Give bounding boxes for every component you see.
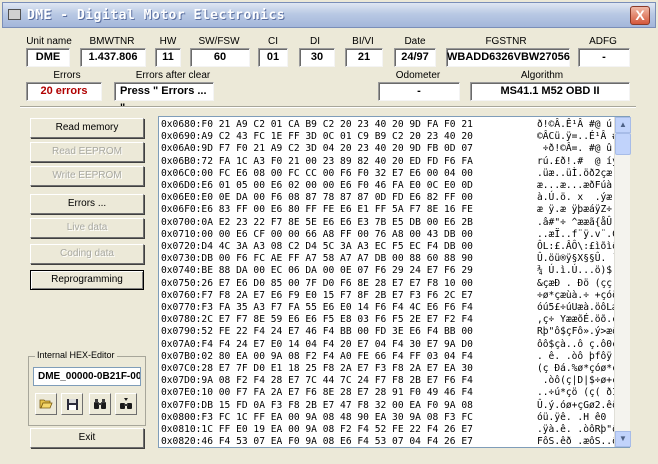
hex-row[interactable]: 0x0810:1C FF E0 19 EA 00 9A 08 F2 F4 52 …	[161, 423, 473, 436]
errors-value: 20 errors	[26, 82, 102, 101]
binoculars-next-icon	[120, 398, 132, 409]
fgstnr-label: FGSTNR	[485, 36, 527, 47]
hex-row[interactable]: 0x0720:D4 4C 3A A3 08 C2 D4 5C 3A A3 EC …	[161, 240, 473, 253]
hex-row[interactable]: 0x06D0:E6 01 05 00 E6 02 00 00 E6 F0 46 …	[161, 179, 473, 192]
hex-row[interactable]: 0x07F0:DB 15 FD 0A F3 F8 2B E7 47 F8 32 …	[161, 399, 473, 412]
hex-row[interactable]: 0x0770:F3 FA 35 A3 F7 FA 55 E6 E0 14 F6 …	[161, 301, 473, 314]
hex-filename-field[interactable]: DME_00000-0B21F-00	[33, 367, 141, 386]
coding-data-button[interactable]: Coding data	[30, 244, 144, 264]
algorithm-label: Algorithm	[520, 70, 564, 81]
hex-row[interactable]: 0x0710:00 00 E6 CF 00 00 66 A8 FF 00 76 …	[161, 228, 473, 241]
hex-row[interactable]: 0x0740:BE 88 DA 00 EC 06 DA 00 0E 07 F6 …	[161, 264, 473, 277]
hw-value: 11	[155, 48, 181, 67]
odometer-value: -	[378, 82, 460, 101]
hex-row[interactable]: 0x07D0:9A 08 F2 F4 28 E7 7C 44 7C 24 F7 …	[161, 374, 473, 387]
hex-row[interactable]: 0x0730:DB 00 F6 FC AE FF A7 58 A7 A7 DB …	[161, 252, 473, 265]
hex-row[interactable]: 0x07A0:F4 F4 24 E7 E0 14 04 F4 20 E7 04 …	[161, 338, 473, 351]
unit-name-value: DME	[26, 48, 70, 67]
read-memory-button[interactable]: Read memory	[30, 118, 144, 138]
header-divider	[20, 106, 636, 108]
hex-editor-label: Internal HEX-Editor	[35, 350, 117, 360]
bi-vi-label: BI/VI	[352, 36, 374, 47]
hex-row[interactable]: 0x07C0:28 E7 7F D0 E1 18 25 F8 2A E7 F3 …	[161, 362, 473, 375]
fgstnr-value: WBADD6326VBW27056	[446, 48, 570, 67]
folder-open-icon	[39, 399, 53, 409]
hex-row[interactable]: 0x0690:A9 C2 43 FC 1E FF 3D 0C 01 C9 B9 …	[161, 130, 473, 143]
hex-row[interactable]: 0x06A0:9D F7 F0 21 A9 C2 3D 04 20 23 40 …	[161, 142, 473, 155]
unit-name-label: Unit name	[26, 36, 72, 47]
hex-row[interactable]: 0x07E0:10 00 F7 FA 2A E7 F6 8E 28 E7 28 …	[161, 386, 473, 399]
reprogramming-button[interactable]: Reprogramming	[30, 270, 144, 290]
hex-editor-view[interactable]: 0x0680:F0 21 A9 C2 01 CA B9 C2 20 23 40 …	[158, 116, 630, 448]
scroll-up-arrow-icon[interactable]: ▲	[615, 117, 631, 133]
hex-row[interactable]: 0x0820:46 F4 53 07 EA F0 9A 08 E6 F4 53 …	[161, 435, 473, 447]
write-eeprom-button[interactable]: Write EEPROM	[30, 166, 144, 186]
errors-after-clear-value: Press " Errors ... "	[114, 82, 214, 114]
hex-row[interactable]: 0x0760:F7 F8 2A E7 E6 F9 E0 15 F7 8F 2B …	[161, 289, 473, 302]
errors-button[interactable]: Errors ...	[30, 194, 144, 214]
date-label: Date	[404, 36, 426, 47]
di-label: DI	[310, 36, 320, 47]
ci-value: 01	[258, 48, 288, 67]
bi-vi-value: 21	[345, 48, 383, 67]
hex-row[interactable]: 0x06E0:E0 0E DA 00 F6 08 87 78 87 87 0D …	[161, 191, 473, 204]
hex-row[interactable]: 0x06C0:00 FC E6 08 00 FC CC 00 F6 F0 32 …	[161, 167, 473, 180]
save-file-button[interactable]	[61, 393, 83, 415]
window-title: DME - Digital Motor Electronics	[27, 8, 286, 23]
hex-row-ascii[interactable]: ÷ð!©Â=. #@ û..	[537, 142, 624, 155]
date-value: 24/97	[394, 48, 436, 67]
adfg-value: -	[578, 48, 630, 67]
hex-row[interactable]: 0x06B0:72 FA 1C A3 F0 21 00 23 89 82 40 …	[161, 155, 473, 168]
hex-row[interactable]: 0x0800:F3 FC 1C FF EA 00 9A 08 48 90 EA …	[161, 411, 473, 424]
adfg-label: ADFG	[589, 36, 617, 47]
hex-row[interactable]: 0x0680:F0 21 A9 C2 01 CA B9 C2 20 23 40 …	[161, 118, 473, 131]
dme-window: DME - Digital Motor Electronics X Unit n…	[0, 0, 658, 464]
hw-label: HW	[159, 36, 177, 47]
exit-button[interactable]: Exit	[30, 428, 144, 448]
open-file-button[interactable]	[35, 393, 57, 415]
title-bar[interactable]: DME - Digital Motor Electronics X	[2, 2, 656, 28]
hex-row[interactable]: 0x0780:2C E7 F7 8E 59 E6 E6 F5 E8 03 F6 …	[161, 313, 473, 326]
ci-label: CI	[268, 36, 278, 47]
scroll-thumb[interactable]	[615, 133, 631, 155]
hex-row[interactable]: 0x06F0:E6 83 FF 00 E6 80 FF FE E6 E1 FF …	[161, 203, 473, 216]
hex-row[interactable]: 0x0750:26 E7 E6 D0 85 00 7F D0 F6 8E 28 …	[161, 277, 473, 290]
bmwtnr-label: BMWTNR	[89, 36, 135, 47]
binoculars-icon	[94, 399, 106, 409]
bmwtnr-value: 1.437.806	[80, 48, 146, 67]
search-next-button[interactable]	[115, 393, 137, 415]
algorithm-value: MS41.1 M52 OBD II	[470, 82, 630, 101]
read-eeprom-button[interactable]: Read EEPROM	[30, 142, 144, 162]
hex-scrollbar[interactable]: ▲ ▼	[614, 117, 631, 447]
floppy-disk-icon	[66, 398, 78, 410]
errors-after-clear-label: Errors after clear	[135, 70, 211, 81]
hex-row[interactable]: 0x0790:52 FE 22 F4 24 E7 46 F4 BB 00 FD …	[161, 325, 473, 338]
hex-editor-group: Internal HEX-Editor DME_00000-0B21F-00	[28, 350, 146, 426]
sw-fsw-value: 60	[190, 48, 250, 67]
hex-row-ascii[interactable]: Û.öü®ÿ§X§§Û. `	[537, 252, 624, 265]
scroll-down-arrow-icon[interactable]: ▼	[615, 431, 631, 447]
hex-row[interactable]: 0x07B0:02 80 EA 00 9A 08 F2 F4 A0 FE 66 …	[161, 350, 473, 363]
hex-row[interactable]: 0x0700:0A E2 23 22 F7 8E 5E E6 E6 E3 7B …	[161, 216, 473, 229]
live-data-button[interactable]: Live data	[30, 218, 144, 238]
app-icon	[8, 9, 21, 20]
close-button[interactable]: X	[630, 6, 650, 25]
action-panel: Read memory Read EEPROM Write EEPROM Err…	[0, 112, 156, 464]
sw-fsw-label: SW/FSW	[198, 36, 240, 47]
odometer-label: Odometer	[395, 70, 441, 81]
errors-label: Errors	[53, 70, 81, 81]
search-button[interactable]	[89, 393, 111, 415]
unit-info-panel: Unit name BMWTNR HW SW/FSW CI DI BI/VI D…	[0, 32, 658, 114]
di-value: 30	[299, 48, 335, 67]
